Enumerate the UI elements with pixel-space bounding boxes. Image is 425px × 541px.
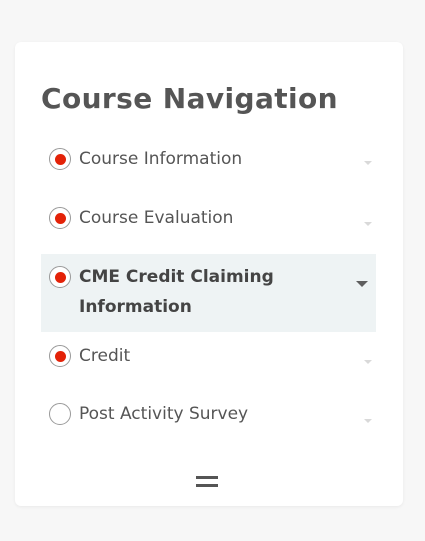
- radio-checked-icon[interactable]: [49, 345, 71, 367]
- chevron-down-icon[interactable]: [364, 161, 372, 165]
- radio-checked-icon[interactable]: [49, 148, 71, 170]
- hamburger-menu-icon[interactable]: [196, 476, 218, 487]
- nav-item-credit[interactable]: Credit: [41, 345, 376, 369]
- chevron-down-icon[interactable]: [364, 222, 372, 226]
- radio-checked-icon[interactable]: [49, 266, 71, 288]
- radio-checked-icon[interactable]: [49, 207, 71, 229]
- nav-item-cme-credit-claiming-information[interactable]: CME Credit Claiming Information: [41, 254, 376, 332]
- chevron-down-icon[interactable]: [364, 360, 372, 364]
- nav-item-label: Course Information: [79, 149, 243, 169]
- radio-unchecked-icon[interactable]: [49, 403, 71, 425]
- nav-item-label: Course Evaluation: [79, 208, 234, 228]
- nav-item-course-information[interactable]: Course Information: [41, 148, 376, 172]
- course-navigation-panel: Course Navigation Course Information Cou…: [15, 42, 403, 506]
- nav-item-post-activity-survey[interactable]: Post Activity Survey: [41, 403, 376, 427]
- chevron-down-icon[interactable]: [364, 419, 372, 423]
- panel-title: Course Navigation: [41, 82, 338, 115]
- nav-item-label: Credit: [79, 346, 131, 366]
- nav-item-label: Post Activity Survey: [79, 404, 249, 424]
- chevron-down-icon[interactable]: [356, 281, 368, 287]
- nav-item-label: CME Credit Claiming Information: [79, 267, 274, 317]
- nav-item-course-evaluation[interactable]: Course Evaluation: [41, 207, 376, 231]
